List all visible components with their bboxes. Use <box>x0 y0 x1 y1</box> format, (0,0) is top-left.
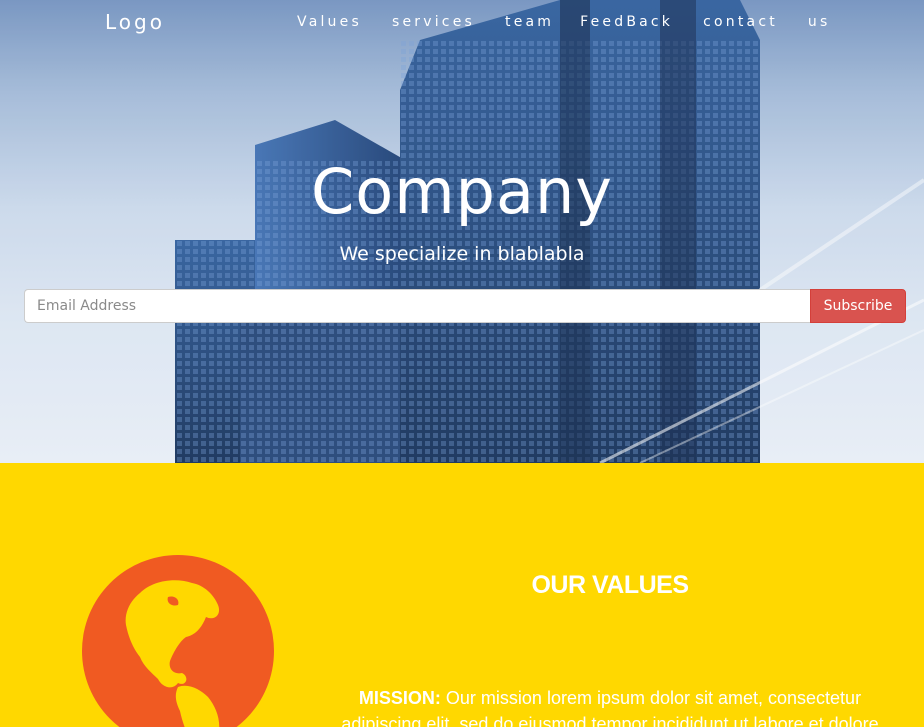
hero-subtitle: We specialize in blablabla <box>339 243 585 265</box>
nav-link-team[interactable]: team <box>505 14 554 30</box>
hero-background-image <box>0 0 924 463</box>
globe-americas-icon <box>82 555 274 727</box>
mission-label: MISSION: <box>358 688 441 708</box>
values-section: OUR VALUES MISSION: Our mission lorem ip… <box>0 463 924 727</box>
hero-section: Logo Values services team FeedBack conta… <box>0 0 924 463</box>
hero-title: Company <box>311 155 613 228</box>
nav-links: Values services team FeedBack contact us <box>297 14 831 30</box>
mission-paragraph: MISSION: Our mission lorem ipsum dolor s… <box>340 685 880 727</box>
email-input[interactable] <box>24 289 810 323</box>
logo[interactable]: Logo <box>105 10 165 34</box>
nav-link-us[interactable]: us <box>808 14 831 30</box>
nav-link-values[interactable]: Values <box>297 14 362 30</box>
top-navbar: Logo Values services team FeedBack conta… <box>0 0 924 46</box>
nav-link-contact[interactable]: contact <box>703 14 778 30</box>
nav-link-services[interactable]: services <box>392 14 475 30</box>
values-title: OUR VALUES <box>531 571 689 599</box>
subscribe-form: Subscribe <box>24 289 906 323</box>
nav-link-feedback[interactable]: FeedBack <box>580 14 673 30</box>
subscribe-button[interactable]: Subscribe <box>810 289 906 323</box>
